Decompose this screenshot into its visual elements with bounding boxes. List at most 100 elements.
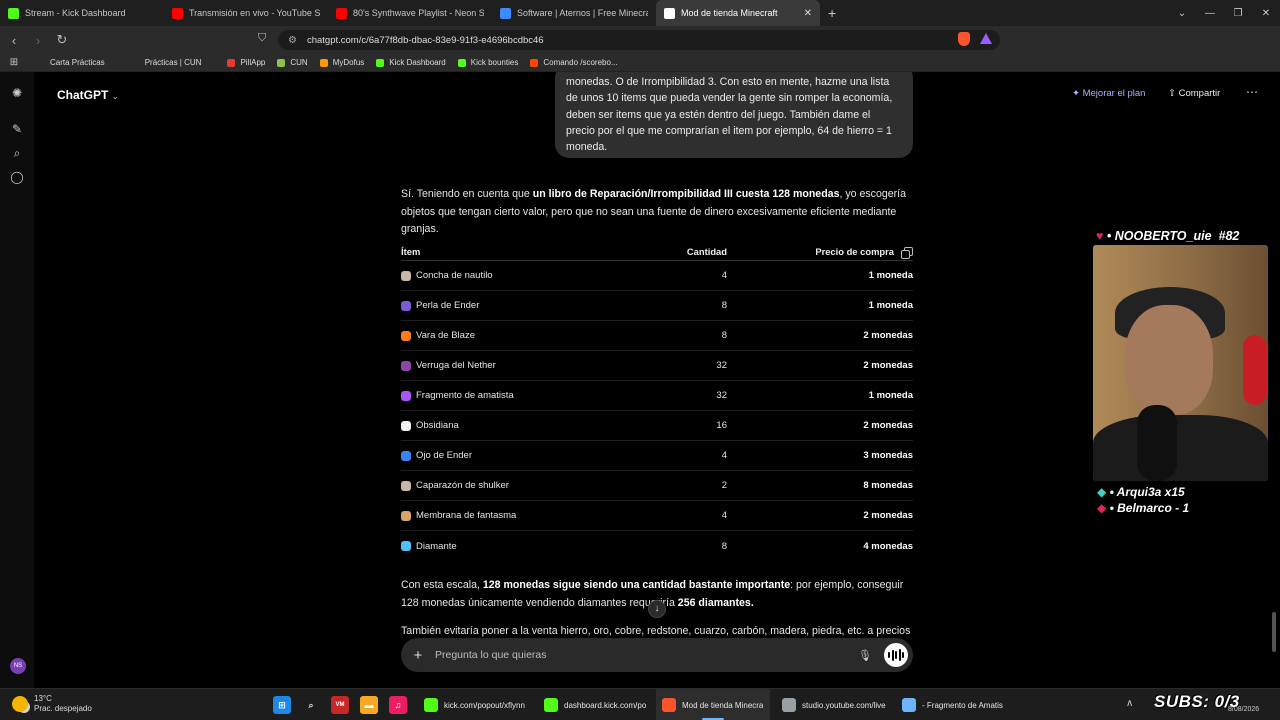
forward-icon[interactable]: ›	[28, 33, 48, 48]
attach-plus-icon[interactable]: +	[401, 647, 435, 664]
bookmark-item[interactable]: Kick bounties	[457, 58, 518, 67]
price-cell: 1 moneda	[868, 390, 913, 401]
address-toolbar: ‹ › ↻ ⛉ ⚙ chatgpt.com/c/6a77f8db-dbac-83…	[0, 26, 1280, 73]
browser-tab[interactable]: Software | Aternos | Free Minecraft Se	[492, 0, 656, 26]
quantity-cell: 8	[721, 540, 727, 552]
new-tab-icon[interactable]: +	[820, 5, 844, 21]
price-cell: 1 moneda	[868, 300, 913, 311]
bookmark-item[interactable]: CUN	[277, 58, 308, 67]
start-icon[interactable]: ⊞	[273, 696, 291, 714]
clock-date[interactable]: 8/08/2026	[1228, 706, 1259, 713]
top-donor-banner: ♥ • NOOBERTO_uie #82	[1096, 229, 1240, 243]
header-item: Ítem	[401, 245, 421, 257]
new-chat-icon[interactable]: ✎	[10, 122, 24, 136]
browser-tab[interactable]: Stream - Kick Dashboard	[0, 0, 164, 26]
kick-icon	[544, 698, 558, 712]
user-message: monedas. O de Irrompibilidad 3. Con esto…	[555, 72, 913, 158]
item-name: Fragmento de amatista	[416, 390, 514, 401]
intro-text-bold: un libro de Reparación/Irrompibilidad II…	[532, 188, 840, 200]
table-row: Verruga del Nether 32 2 monedas	[401, 351, 913, 381]
browser-tab[interactable]: Transmisión en vivo - YouTube Studio	[164, 0, 328, 26]
url-bar[interactable]: ⚙ chatgpt.com/c/6a77f8db-dbac-83e9-91f3-…	[278, 30, 1000, 50]
item-cell: Membrana de fantasma	[401, 510, 631, 521]
item-name: Ojo de Ender	[416, 450, 472, 461]
music-icon[interactable]: ♫	[389, 696, 407, 714]
file-explorer-icon[interactable]: ▬	[360, 696, 378, 714]
voicemeeter-icon[interactable]: VM	[331, 696, 349, 714]
brave-rewards-icon[interactable]	[980, 33, 992, 44]
share-icon: ⇪	[1168, 88, 1176, 99]
search-icon[interactable]: ⌕	[302, 696, 320, 714]
weather-widget[interactable]: 13°C Prac. despejado	[12, 694, 92, 714]
upgrade-plan-button[interactable]: ✦ Mejorar el plan	[1072, 88, 1145, 99]
price-cell: 2 monedas	[863, 360, 913, 371]
quantity-cell: 16	[716, 420, 727, 431]
taskbar-app[interactable]: kick.com/popout/xflynn	[418, 689, 534, 720]
prompt-input[interactable]: Pregunta lo que quieras	[435, 649, 856, 661]
back-icon[interactable]: ‹	[4, 33, 24, 48]
tray-chevron-icon[interactable]: ∧	[1126, 698, 1133, 709]
close-window-button[interactable]: ✕	[1252, 8, 1280, 19]
bookmark-item[interactable]: Carta Prácticas	[50, 58, 105, 67]
close-tab-icon[interactable]: ✕	[804, 8, 812, 19]
donor-name: Arqui3a x15	[1116, 485, 1185, 499]
taskbar-app-label: - Fragmento de Amatis	[922, 700, 1003, 710]
price-cell: 2 monedas	[863, 420, 913, 431]
quantity-cell: 32	[716, 360, 727, 371]
search-icon[interactable]: ⌕	[10, 146, 24, 160]
brave-icon	[662, 698, 676, 712]
items-table: Ítem Cantidad Precio de compra Concha de…	[401, 242, 913, 561]
bookmark-label: CUN	[290, 58, 308, 67]
bookmark-icon[interactable]: ⛉	[258, 32, 266, 45]
avatar[interactable]: NS	[10, 658, 26, 674]
bookmark-item[interactable]: MyDofus	[319, 58, 364, 67]
item-emoji-icon	[401, 270, 411, 281]
copy-table-icon[interactable]	[901, 246, 913, 259]
assistant-intro: Sí. Teniendo en cuenta que un libro de R…	[401, 186, 913, 239]
maximize-button[interactable]: ❐	[1224, 8, 1252, 19]
quantity-cell: 2	[721, 480, 727, 491]
browser-tab-bar: Stream - Kick Dashboard Transmisión en vi…	[0, 0, 1280, 26]
site-info-icon[interactable]: ⚙	[288, 35, 297, 46]
page-scrollbar[interactable]	[1272, 612, 1276, 652]
heart-gem-icon: ♥	[1096, 229, 1104, 243]
bookmark-item[interactable]: Kick Dashboard	[376, 58, 446, 67]
item-cell: Ojo de Ender	[401, 450, 631, 461]
reload-icon[interactable]: ↻	[52, 32, 72, 48]
message-composer[interactable]: + Pregunta lo que quieras 🎙	[401, 638, 913, 672]
taskbar-app[interactable]: Mod de tienda Minecra	[656, 689, 770, 720]
donor-entry: ◆ • Belmarco - 1	[1097, 501, 1190, 515]
more-options-icon[interactable]: ⋯	[1246, 85, 1258, 99]
taskbar-app[interactable]: studio.youtube.com/live	[776, 689, 890, 720]
browser-tab[interactable]: 80's Synthwave Playlist - Neon Sh	[328, 0, 492, 26]
brave-shields-icon[interactable]	[958, 32, 970, 46]
voice-mode-button[interactable]	[884, 643, 908, 667]
table-body: Concha de nautilo 4 1 moneda Perla de Ender…	[401, 261, 913, 561]
bookmark-item[interactable]: Prácticas | CUN	[145, 58, 202, 67]
taskbar-app[interactable]: - Fragmento de Amatis	[896, 689, 1014, 720]
gem-icon: ◆	[1097, 485, 1107, 499]
table-header: Ítem Cantidad Precio de compra	[401, 242, 913, 261]
bookmark-item[interactable]: Comando /scorebo...	[530, 58, 618, 67]
model-selector[interactable]: ChatGPT ⌄	[57, 88, 119, 102]
taskbar-app-label: studio.youtube.com/live	[802, 700, 886, 710]
minimize-button[interactable]: —	[1196, 8, 1224, 19]
weather-icon	[12, 696, 28, 712]
table-row: Membrana de fantasma 4 2 monedas	[401, 501, 913, 531]
library-icon[interactable]: ◯	[10, 170, 24, 184]
tab-search-icon[interactable]: ⌄	[1168, 8, 1196, 19]
microphone-icon[interactable]: 🎙	[856, 649, 874, 662]
apps-grid-icon[interactable]: ⊞	[0, 57, 28, 68]
browser-tab[interactable]: Mod de tienda Minecraft ✕	[656, 0, 820, 26]
table-row: Concha de nautilo 4 1 moneda	[401, 261, 913, 291]
quantity-cell: 4	[721, 270, 727, 281]
share-button[interactable]: ⇪ Compartir	[1168, 88, 1220, 99]
bookmark-item[interactable]: PillApp	[227, 58, 265, 67]
item-cell: Fragmento de amatista	[401, 390, 631, 401]
item-emoji-icon	[401, 390, 411, 401]
scroll-down-icon[interactable]: ↓	[648, 600, 666, 618]
chatgpt-page: ✺ ✎ ⌕ ◯ NS ChatGPT ⌄ ✦ Mejorar el plan ⇪ …	[0, 72, 1280, 688]
subs-counter: SUBS: 0/3	[1154, 692, 1240, 711]
openai-logo-icon[interactable]: ✺	[10, 86, 24, 100]
taskbar-app[interactable]: dashboard.kick.com/po	[538, 689, 650, 720]
